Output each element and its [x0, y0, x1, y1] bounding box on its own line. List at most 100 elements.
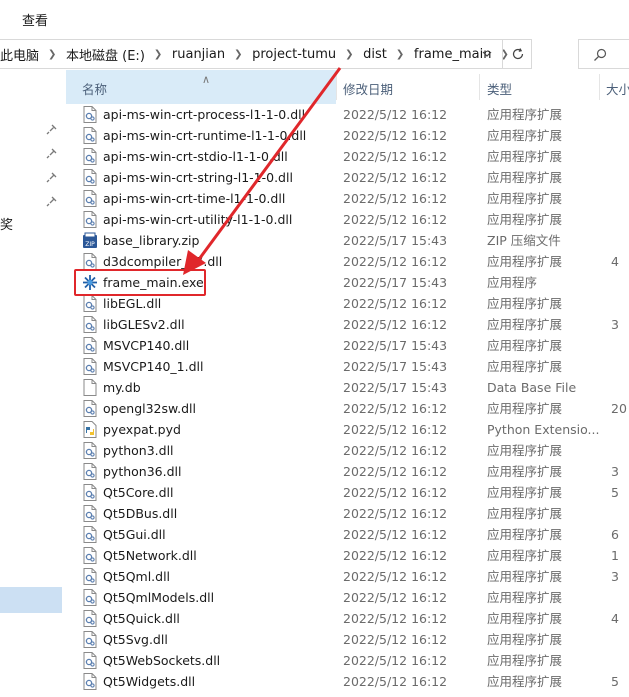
file-type: 应用程序扩展	[487, 674, 563, 689]
chevron-right-icon[interactable]: ❯	[234, 49, 243, 59]
nav-item-selected[interactable]	[0, 587, 62, 613]
table-row[interactable]: Qt5DBus.dll 2022/5/12 16:12 应用程序扩展	[66, 503, 629, 524]
dll-icon	[82, 190, 98, 207]
pin-icon[interactable]	[46, 123, 58, 135]
file-size	[611, 146, 629, 167]
table-row[interactable]: libEGL.dll 2022/5/12 16:12 应用程序扩展	[66, 293, 629, 314]
table-row[interactable]: Qt5Network.dll 2022/5/12 16:12 应用程序扩展 1	[66, 545, 629, 566]
address-bar[interactable]: 此电脑 ❯ 本地磁盘 (E:) ❯ ruanjian ❯ project-tum…	[0, 39, 532, 69]
nav-item-label[interactable]: 奖	[0, 214, 13, 233]
table-row[interactable]: api-ms-win-crt-process-l1-1-0.dll 2022/5/…	[66, 104, 629, 125]
column-header-size[interactable]: 大小	[606, 70, 629, 104]
menu-view[interactable]: 查看	[22, 10, 48, 29]
dll-icon	[82, 400, 98, 417]
table-row[interactable]: Qt5WebSockets.dll 2022/5/12 16:12 应用程序扩展	[66, 650, 629, 671]
sort-ascending-icon: ∧	[202, 73, 211, 86]
table-row[interactable]: Qt5Qml.dll 2022/5/12 16:12 应用程序扩展 3	[66, 566, 629, 587]
table-row[interactable]: python36.dll 2022/5/12 16:12 应用程序扩展 3	[66, 461, 629, 482]
table-row[interactable]: api-ms-win-crt-time-l1-1-0.dll 2022/5/12 …	[66, 188, 629, 209]
table-row[interactable]: pyexpat.pyd 2022/5/12 16:12 Python Extensi…	[66, 419, 629, 440]
table-row[interactable]: api-ms-win-crt-utility-l1-1-0.dll 2022/5/…	[66, 209, 629, 230]
menu-bar: 查看	[0, 0, 629, 38]
file-size	[611, 104, 629, 125]
table-row[interactable]: ZIP base_library.zip 2022/5/17 15:43 ZIP 压缩…	[66, 230, 629, 251]
table-row[interactable]: Qt5Quick.dll 2022/5/12 16:12 应用程序扩展 4	[66, 608, 629, 629]
table-row[interactable]: Qt5Widgets.dll 2022/5/12 16:12 应用程序扩展 5	[66, 671, 629, 692]
file-size: 6	[611, 527, 619, 542]
breadcrumb-project-tumu[interactable]: project-tumu	[246, 47, 336, 62]
table-row[interactable]: api-ms-win-crt-stdio-l1-1-0.dll 2022/5/12…	[66, 146, 629, 167]
table-row[interactable]: Qt5Core.dll 2022/5/12 16:12 应用程序扩展 5	[66, 482, 629, 503]
file-name: api-ms-win-crt-runtime-l1-1-0.dll	[103, 128, 307, 143]
dll-icon	[82, 568, 98, 585]
file-type: 应用程序扩展	[487, 485, 563, 500]
file-date: 2022/5/12 16:12	[343, 548, 448, 563]
svg-text:ZIP: ZIP	[85, 241, 95, 248]
pin-icon[interactable]	[46, 171, 58, 183]
file-type: 应用程序扩展	[487, 338, 563, 353]
file-date: 2022/5/12 16:12	[343, 191, 448, 206]
dll-icon	[82, 316, 98, 333]
table-row[interactable]: opengl32sw.dll 2022/5/12 16:12 应用程序扩展 20	[66, 398, 629, 419]
table-row[interactable]: MSVCP140.dll 2022/5/17 15:43 应用程序扩展	[66, 335, 629, 356]
address-dropdown-button[interactable]	[472, 40, 502, 68]
file-size: 20	[611, 401, 627, 416]
file-size	[611, 335, 629, 356]
file-size: 5	[611, 674, 619, 689]
file-date: 2022/5/12 16:12	[343, 527, 448, 542]
breadcrumb-dist[interactable]: dist	[357, 47, 387, 62]
file-size	[611, 209, 629, 230]
file-type: ZIP 压缩文件	[487, 233, 561, 248]
table-row[interactable]: Qt5Gui.dll 2022/5/12 16:12 应用程序扩展 6	[66, 524, 629, 545]
chevron-right-icon[interactable]: ❯	[154, 49, 163, 59]
chevron-right-icon[interactable]: ❯	[48, 49, 57, 59]
file-size	[611, 419, 629, 440]
refresh-button[interactable]	[503, 40, 533, 68]
table-row[interactable]: Qt5QmlModels.dll 2022/5/12 16:12 应用程序扩展	[66, 587, 629, 608]
file-date: 2022/5/12 16:12	[343, 443, 448, 458]
dll-icon	[82, 610, 98, 627]
table-row[interactable]: api-ms-win-crt-runtime-l1-1-0.dll 2022/5/…	[66, 125, 629, 146]
table-row[interactable]: api-ms-win-crt-string-l1-1-0.dll 2022/5/1…	[66, 167, 629, 188]
dll-icon	[82, 547, 98, 564]
chevron-right-icon[interactable]: ❯	[396, 49, 405, 59]
highlight-box	[74, 269, 206, 296]
file-date: 2022/5/17 15:43	[343, 338, 448, 353]
file-date: 2022/5/12 16:12	[343, 254, 448, 269]
chevron-right-icon[interactable]: ❯	[345, 49, 354, 59]
file-type: 应用程序扩展	[487, 443, 563, 458]
column-header-type[interactable]: 类型	[487, 70, 597, 104]
file-size	[611, 356, 629, 377]
pin-icon[interactable]	[46, 147, 58, 159]
table-row[interactable]: Qt5Svg.dll 2022/5/12 16:12 应用程序扩展	[66, 629, 629, 650]
table-row[interactable]: MSVCP140_1.dll 2022/5/17 15:43 应用程序扩展	[66, 356, 629, 377]
column-header-name[interactable]: 名称	[66, 70, 336, 104]
table-row[interactable]: python3.dll 2022/5/12 16:12 应用程序扩展	[66, 440, 629, 461]
breadcrumb-this-pc[interactable]: 此电脑	[0, 45, 39, 64]
file-name: opengl32sw.dll	[103, 401, 196, 416]
file-size	[611, 503, 629, 524]
column-divider[interactable]	[479, 74, 480, 100]
file-name: api-ms-win-crt-stdio-l1-1-0.dll	[103, 149, 288, 164]
table-row[interactable]: my.db 2022/5/17 15:43 Data Base File	[66, 377, 629, 398]
dll-icon	[82, 127, 98, 144]
file-size	[611, 293, 629, 314]
file-name: MSVCP140.dll	[103, 338, 190, 353]
file-name: Qt5Network.dll	[103, 548, 197, 563]
dll-icon	[82, 505, 98, 522]
chevron-down-icon	[482, 51, 492, 57]
pin-icon[interactable]	[46, 195, 58, 207]
column-divider[interactable]	[599, 74, 600, 100]
file-size	[611, 629, 629, 650]
column-divider[interactable]	[336, 74, 337, 100]
pyd-icon	[82, 421, 98, 438]
search-box[interactable]	[578, 39, 629, 69]
file-name: libEGL.dll	[103, 296, 162, 311]
file-size	[611, 440, 629, 461]
table-row[interactable]: libGLESv2.dll 2022/5/12 16:12 应用程序扩展 3	[66, 314, 629, 335]
breadcrumb-drive-e[interactable]: 本地磁盘 (E:)	[60, 45, 145, 64]
file-name: MSVCP140_1.dll	[103, 359, 204, 374]
dll-icon	[82, 253, 98, 270]
column-header-date[interactable]: 修改日期	[343, 70, 478, 104]
breadcrumb-ruanjian[interactable]: ruanjian	[166, 47, 225, 62]
